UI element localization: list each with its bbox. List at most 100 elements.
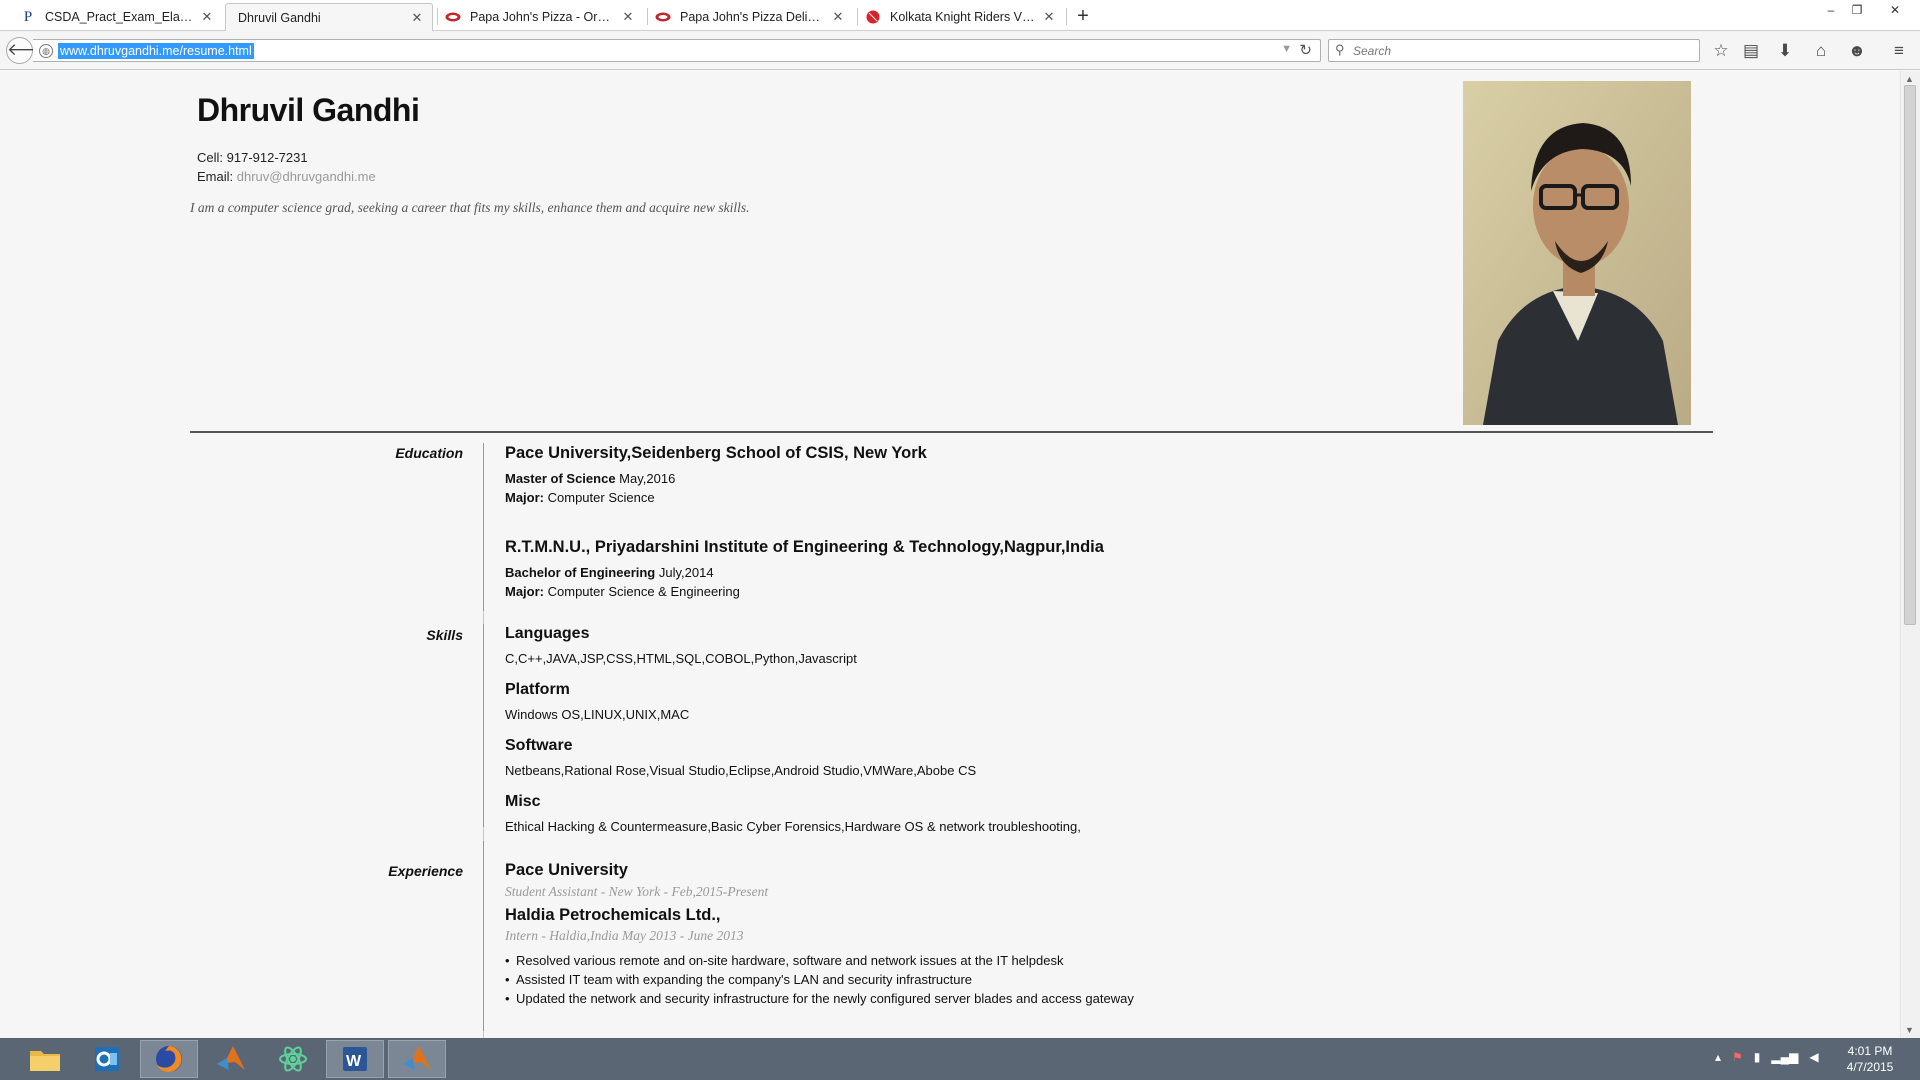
job-bullet: Resolved various remote and on-site hard… [505, 953, 1063, 968]
p-icon: P [23, 8, 33, 25]
education-rule [483, 443, 484, 611]
show-hidden-icons-icon[interactable]: ▴ [1715, 1050, 1721, 1070]
tab-kkr[interactable]: Kolkata Knight Riders Vs M... ✕ [857, 3, 1064, 31]
downloads-icon[interactable]: ⬇ [1774, 40, 1796, 62]
profile-photo [1463, 81, 1691, 425]
tab-papa-johns-order[interactable]: Papa John's Pizza - Order C... ✕ [437, 3, 643, 31]
clock-time: 4:01 PM [1847, 1044, 1893, 1058]
close-window-button[interactable]: ✕ [1884, 2, 1906, 18]
tab-dhruvil-gandhi[interactable]: Dhruvil Gandhi ✕ [225, 3, 433, 31]
search-input[interactable]: ⚲ Search [1328, 39, 1700, 62]
email-link[interactable]: dhruv@dhruvgandhi.me [237, 169, 376, 184]
experience-heading: Experience [388, 863, 463, 879]
education-heading: Education [395, 445, 463, 461]
reload-icon[interactable]: ↻ [1299, 41, 1312, 59]
skill-group-text: Netbeans,Rational Rose,Visual Studio,Ecl… [505, 763, 977, 778]
major: Computer Science [547, 490, 655, 505]
job-meta: Student Assistant - New York - Feb,2015-… [505, 884, 769, 899]
major-label: Major: [505, 490, 544, 505]
tab-label: CSDA_Pract_Exam_Elaborat... [45, 10, 194, 24]
tab-label: Papa John's Pizza Delivery ... [680, 10, 825, 24]
degree: Bachelor of Engineering [505, 565, 656, 580]
outlook-icon[interactable] [78, 1040, 136, 1078]
chat-icon[interactable]: ☻ [1846, 40, 1868, 62]
bookmarks-menu-icon[interactable]: ▤ [1740, 40, 1762, 62]
matlab-icon[interactable] [202, 1040, 260, 1078]
network-icon[interactable]: ▂▄▆ [1771, 1050, 1798, 1070]
degree: Master of Science [505, 471, 616, 486]
close-tab-icon[interactable]: ✕ [621, 10, 635, 24]
file-explorer-icon[interactable] [16, 1040, 74, 1078]
skill-group-title: Software [505, 737, 573, 754]
close-tab-icon[interactable]: ✕ [410, 10, 424, 25]
skill-group-text: Windows OS,LINUX,UNIX,MAC [505, 707, 690, 722]
job-meta: Intern - Haldia,India May 2013 - June 20… [505, 928, 744, 943]
url-bar[interactable]: ◍ www.dhruvgandhi.me/resume.html ▼ ↻ [33, 39, 1321, 62]
cell-number: 917-912-7231 [226, 150, 308, 165]
bookmark-star-icon[interactable]: ☆ [1710, 40, 1732, 62]
restore-button[interactable]: ❐ [1846, 2, 1868, 18]
tab-strip: P CSDA_Pract_Exam_Elaborat... ✕ Dhruvil … [0, 0, 1920, 31]
firefox-icon[interactable] [140, 1040, 198, 1078]
svg-text:W: W [346, 1053, 362, 1070]
tab-separator [437, 8, 438, 25]
close-tab-icon[interactable]: ✕ [831, 10, 845, 24]
volume-icon[interactable]: ◀ [1809, 1050, 1818, 1070]
globe-icon: ◍ [39, 44, 53, 58]
degree-line: Bachelor of Engineering July,2014 [505, 565, 714, 580]
scroll-up-arrow-icon[interactable]: ▲ [1905, 74, 1914, 84]
close-tab-icon[interactable]: ✕ [200, 10, 214, 24]
system-tray: ▴ ⚑ ▮ ▂▄▆ ◀ [1715, 1050, 1819, 1070]
school-name: Pace University,Seidenberg School of CSI… [505, 444, 927, 462]
menu-hamburger-icon[interactable]: ≡ [1888, 40, 1910, 62]
degree-date: May,2016 [619, 471, 676, 486]
degree-line: Master of Science May,2016 [505, 471, 675, 486]
skills-heading: Skills [426, 627, 463, 643]
experience-rule [483, 841, 484, 1031]
major: Computer Science & Engineering [547, 584, 740, 599]
scroll-down-arrow-icon[interactable]: ▼ [1905, 1025, 1914, 1035]
flag-icon[interactable]: ⚑ [1732, 1050, 1743, 1070]
skill-group-title: Languages [505, 625, 590, 642]
url-dropdown-icon[interactable]: ▼ [1281, 43, 1292, 55]
skill-group-title: Platform [505, 681, 570, 698]
search-placeholder: Search [1353, 44, 1392, 58]
matlab-icon[interactable] [388, 1040, 446, 1078]
tab-csda[interactable]: P CSDA_Pract_Exam_Elaborat... ✕ [12, 3, 222, 31]
objective: I am a computer science grad, seeking a … [190, 200, 750, 215]
tab-separator [857, 8, 858, 25]
power-icon[interactable]: ▮ [1754, 1050, 1761, 1070]
skills-rule [483, 624, 484, 827]
section-divider [190, 431, 1713, 433]
word-icon[interactable]: W [326, 1040, 384, 1078]
scrollbar-thumb[interactable] [1904, 85, 1916, 625]
pizza-icon [445, 9, 461, 25]
job-bullet: Assisted IT team with expanding the comp… [505, 972, 972, 987]
taskbar-clock[interactable]: 4:01 PM 4/7/2015 [1830, 1043, 1910, 1075]
skill-group-text: Ethical Hacking & Countermeasure,Basic C… [505, 819, 1081, 834]
navigation-toolbar: 🡐 ◍ www.dhruvgandhi.me/resume.html ▼ ↻ ⚲… [0, 31, 1920, 70]
url-text[interactable]: www.dhruvgandhi.me/resume.html [58, 43, 254, 59]
degree-date: July,2014 [658, 565, 714, 580]
job-bullet: Updated the network and security infrast… [505, 991, 1134, 1006]
pizza-icon [655, 9, 671, 25]
tab-papa-johns-delivery[interactable]: Papa John's Pizza Delivery ... ✕ [647, 3, 853, 31]
tab-separator [1066, 8, 1067, 25]
back-button[interactable]: 🡐 [6, 37, 53, 64]
cricket-ball-icon [865, 9, 881, 25]
new-tab-button[interactable]: + [1072, 6, 1094, 28]
close-tab-icon[interactable]: ✕ [1042, 10, 1056, 24]
major-label: Major: [505, 584, 544, 599]
tab-label: Papa John's Pizza - Order C... [470, 10, 615, 24]
skill-group-text: C,C++,JAVA,JSP,CSS,HTML,SQL,COBOL,Python… [505, 651, 857, 666]
atom-icon[interactable] [264, 1040, 322, 1078]
windows-taskbar: W ▴ ⚑ ▮ ▂▄▆ ◀ 4:01 PM 4/7/2015 [0, 1038, 1920, 1080]
minimize-button[interactable]: ‒ [1820, 2, 1842, 18]
cell-label: Cell: [197, 150, 224, 165]
major-line: Major: Computer Science [505, 490, 655, 505]
tab-separator [647, 8, 648, 25]
email-label: Email: [197, 169, 234, 184]
company-name: Pace University [505, 861, 628, 879]
home-icon[interactable]: ⌂ [1810, 40, 1832, 62]
email-line: Email: dhruv@dhruvgandhi.me [197, 169, 376, 184]
